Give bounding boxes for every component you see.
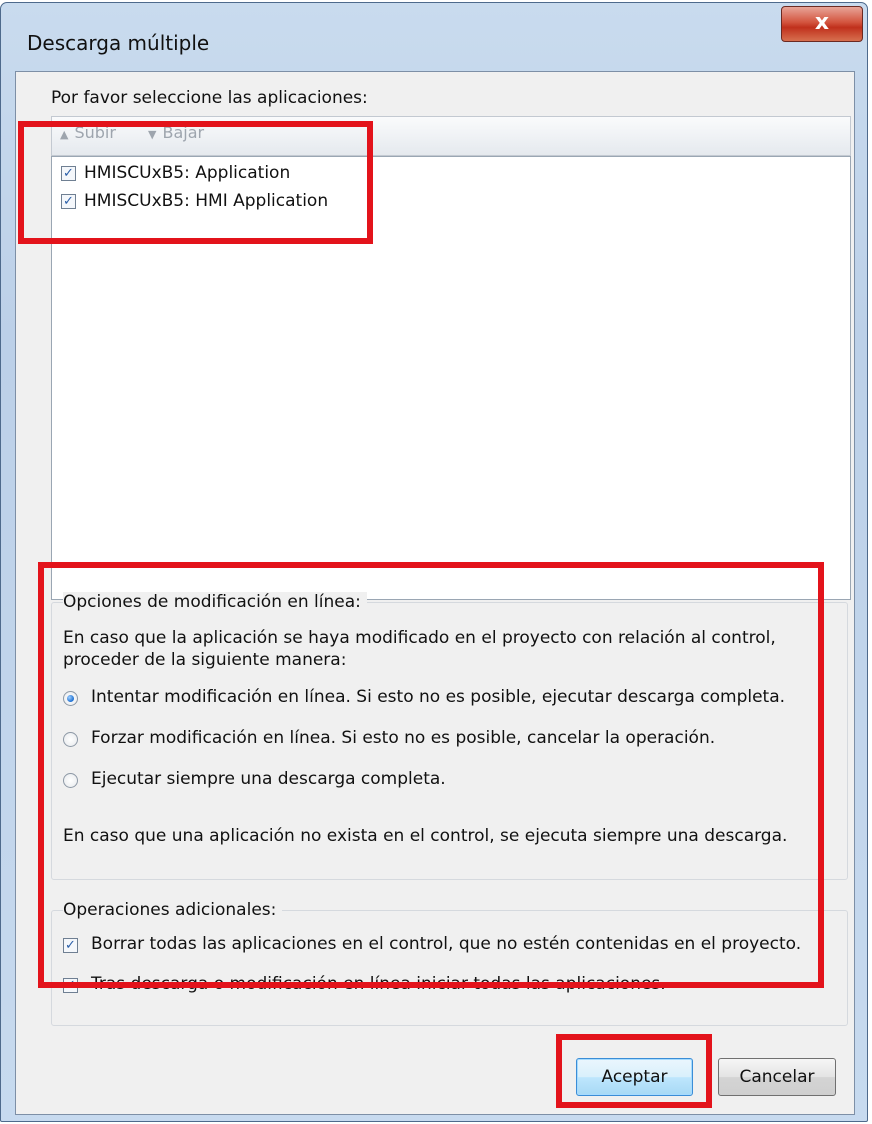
applications-list[interactable]: ✓ HMISCUxB5: Application ✓ HMISCUxB5: HM… <box>51 156 851 600</box>
radio-try-online-change[interactable] <box>63 691 78 706</box>
cancel-button[interactable]: Cancelar <box>718 1058 836 1096</box>
apps-section-label: Por favor seleccione las aplicaciones: <box>51 88 368 108</box>
move-down-button[interactable]: ▼ Bajar <box>148 123 204 142</box>
start-apps-checkbox[interactable]: ✓ <box>63 978 78 993</box>
checkbox-label: Tras descarga o modificación en línea in… <box>91 974 666 994</box>
radio-force-online-change[interactable] <box>63 732 78 747</box>
radio-label: Forzar modificación en línea. Si esto no… <box>91 728 716 748</box>
close-button[interactable]: x <box>781 6 863 42</box>
move-up-button[interactable]: ▲ Subir <box>60 123 116 142</box>
additional-ops-legend: Operaciones adicionales: <box>63 900 283 920</box>
additional-ops-group <box>51 910 848 1026</box>
radio-full-download[interactable] <box>63 773 78 788</box>
dialog-window: Descarga múltiple x Por favor seleccione… <box>0 2 868 1122</box>
online-options-note: En caso que una aplicación no exista en … <box>63 826 788 846</box>
close-icon: x <box>814 10 830 35</box>
list-item-label: HMISCUxB5: Application <box>84 163 291 183</box>
arrow-down-icon: ▼ <box>148 128 157 141</box>
apps-toolbar: ▲ Subir ▼ Bajar <box>51 116 851 156</box>
app-checkbox[interactable]: ✓ <box>61 194 76 209</box>
radio-label: Intentar modificación en línea. Si esto … <box>91 687 786 707</box>
online-options-description: En caso que la aplicación se haya modifi… <box>63 628 776 648</box>
accept-button[interactable]: Aceptar <box>576 1058 693 1096</box>
online-options-description-2: proceder de la siguiente manera: <box>63 650 347 670</box>
checkbox-label: Borrar todas las aplicaciones en el cont… <box>91 934 802 954</box>
list-item-label: HMISCUxB5: HMI Application <box>84 191 329 211</box>
window-title: Descarga múltiple <box>27 31 210 55</box>
app-checkbox[interactable]: ✓ <box>61 166 76 181</box>
dialog-body: Por favor seleccione las aplicaciones: ▲… <box>15 71 855 1115</box>
delete-apps-checkbox[interactable]: ✓ <box>63 938 78 953</box>
radio-label: Ejecutar siempre una descarga completa. <box>91 769 446 789</box>
arrow-up-icon: ▲ <box>60 128 69 141</box>
online-options-legend: Opciones de modificación en línea: <box>63 592 367 612</box>
move-down-label: Bajar <box>162 123 205 142</box>
move-up-label: Subir <box>74 123 116 142</box>
